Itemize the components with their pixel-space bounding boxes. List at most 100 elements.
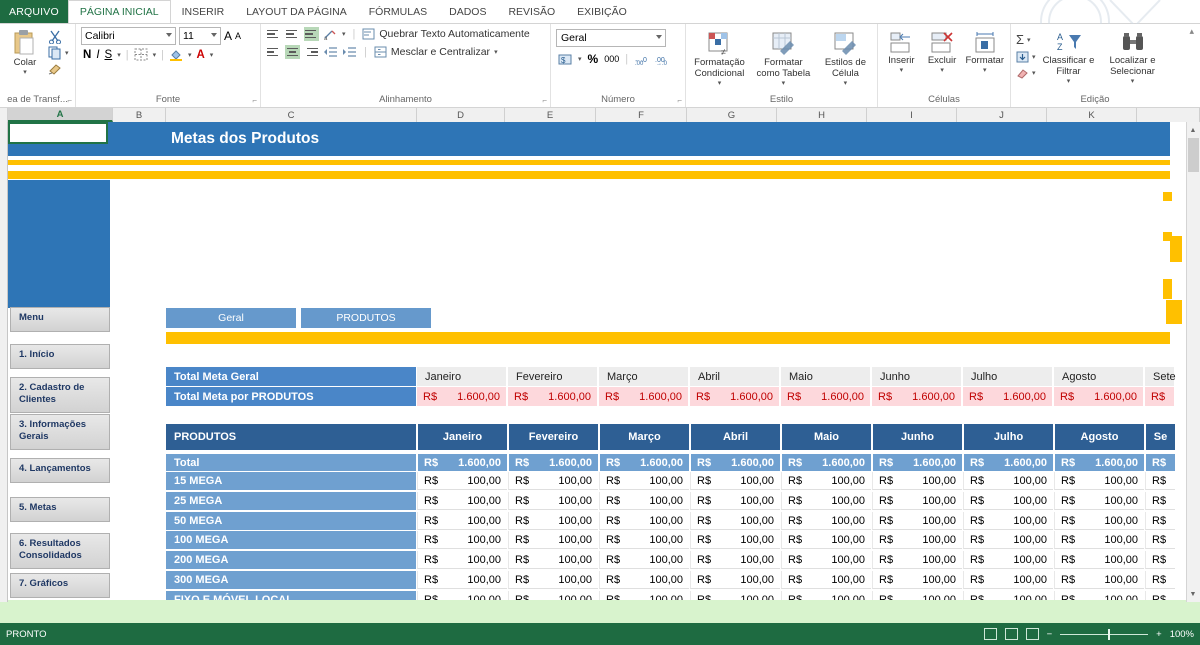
accounting-caret-icon[interactable]: ▾ bbox=[578, 55, 582, 63]
italic-button[interactable]: I bbox=[96, 49, 99, 61]
sidebar-item-lancamentos[interactable]: 4. Lançamentos bbox=[10, 458, 110, 483]
menu-header[interactable]: Menu bbox=[10, 307, 110, 332]
underline-caret-icon[interactable]: ▾ bbox=[117, 51, 121, 59]
zoom-in-button[interactable]: + bbox=[1156, 629, 1162, 640]
sidebar-item-inicio[interactable]: 1. Início bbox=[10, 344, 110, 369]
tab-revisao[interactable]: REVISÃO bbox=[497, 0, 566, 23]
zoom-slider-handle[interactable] bbox=[1108, 628, 1111, 640]
merge-center-button[interactable]: Mesclar e Centralizar ▾ bbox=[374, 46, 498, 58]
sidebar-item-resultados-consolidados[interactable]: 6. Resultados Consolidados bbox=[10, 533, 110, 569]
column-header-A[interactable]: A bbox=[8, 108, 113, 122]
align-middle-button[interactable] bbox=[285, 27, 300, 41]
sidebar-item-graficos[interactable]: 7. Gráficos bbox=[10, 573, 110, 598]
alignment-dialog-launcher[interactable]: ⌐ bbox=[542, 96, 547, 105]
column-header-F[interactable]: F bbox=[596, 108, 687, 122]
number-dialog-launcher[interactable]: ⌐ bbox=[677, 96, 682, 105]
comma-style-button[interactable]: 000 bbox=[604, 54, 619, 64]
bold-button[interactable]: N bbox=[83, 49, 91, 61]
cell-styles-caret-icon[interactable]: ▾ bbox=[844, 79, 848, 87]
fill-color-caret-icon[interactable]: ▾ bbox=[188, 51, 192, 59]
font-size-chevron-down-icon[interactable] bbox=[211, 33, 217, 37]
align-left-button[interactable] bbox=[266, 45, 281, 59]
copy-caret-icon[interactable]: ▾ bbox=[65, 49, 69, 57]
orientation-icon[interactable]: a bbox=[323, 27, 338, 41]
worksheet-grid[interactable]: Metas dos Produtos Geral PRODUTOS Menu 1… bbox=[0, 122, 1200, 602]
format-painter-button[interactable] bbox=[48, 62, 69, 76]
underline-button[interactable]: S bbox=[105, 49, 113, 61]
scroll-down-arrow-icon[interactable]: ▼ bbox=[1187, 587, 1199, 601]
increase-indent-icon[interactable] bbox=[342, 46, 357, 59]
clipboard-dialog-launcher[interactable]: ⌐ bbox=[67, 96, 72, 105]
font-name-chevron-down-icon[interactable] bbox=[166, 33, 172, 37]
font-name-input[interactable]: Calibri bbox=[81, 27, 176, 45]
insert-caret-icon[interactable]: ▾ bbox=[900, 66, 904, 74]
align-bottom-button[interactable] bbox=[304, 27, 319, 41]
nav-button-produtos[interactable]: PRODUTOS bbox=[301, 308, 431, 328]
font-color-icon[interactable]: A bbox=[196, 49, 204, 61]
format-as-table-button[interactable]: Formatar como Tabela ▾ bbox=[754, 29, 813, 87]
align-top-button[interactable] bbox=[266, 27, 281, 41]
zoom-out-button[interactable]: − bbox=[1047, 629, 1053, 640]
decrease-font-size-button[interactable]: A bbox=[235, 31, 241, 41]
insert-cells-button[interactable]: Inserir ▾ bbox=[883, 29, 920, 74]
align-right-button[interactable] bbox=[304, 45, 319, 59]
borders-caret-icon[interactable]: ▾ bbox=[153, 51, 157, 59]
number-format-chevron-down-icon[interactable] bbox=[656, 35, 662, 39]
increase-decimal-icon[interactable]: ←.0.00 bbox=[634, 53, 649, 66]
format-cells-button[interactable]: Formatar ▾ bbox=[964, 29, 1005, 74]
column-header-H[interactable]: H bbox=[777, 108, 867, 122]
sort-filter-button[interactable]: A Z Classificar e Filtrar ▾ bbox=[1040, 29, 1098, 85]
column-header-J[interactable]: J bbox=[957, 108, 1047, 122]
align-center-button[interactable] bbox=[285, 45, 300, 59]
tab-arquivo[interactable]: ARQUIVO bbox=[0, 0, 68, 23]
sidebar-item-informacoes-gerais[interactable]: 3. Informações Gerais bbox=[10, 414, 110, 450]
column-header-E[interactable]: E bbox=[505, 108, 596, 122]
select-all-corner[interactable] bbox=[0, 108, 8, 122]
ribbon-collapse-button[interactable]: ▴ bbox=[1189, 26, 1194, 37]
conditional-formatting-button[interactable]: ≠ Formatação Condicional ▾ bbox=[691, 29, 748, 87]
column-header-G[interactable]: G bbox=[687, 108, 777, 122]
tab-formulas[interactable]: FÓRMULAS bbox=[358, 0, 438, 23]
tab-inserir[interactable]: INSERIR bbox=[171, 0, 236, 23]
column-header-I[interactable]: I bbox=[867, 108, 957, 122]
delete-caret-icon[interactable]: ▾ bbox=[940, 66, 944, 74]
conditional-formatting-caret-icon[interactable]: ▾ bbox=[718, 79, 722, 87]
accounting-format-icon[interactable]: $ bbox=[558, 53, 572, 66]
paste-caret-icon[interactable]: ▾ bbox=[23, 68, 27, 76]
column-header-C[interactable]: C bbox=[166, 108, 417, 122]
zoom-slider[interactable] bbox=[1060, 628, 1149, 640]
number-format-select[interactable]: Geral bbox=[556, 29, 666, 47]
decrease-indent-icon[interactable] bbox=[323, 46, 338, 59]
scroll-up-arrow-icon[interactable]: ▲ bbox=[1187, 123, 1199, 137]
cut-button[interactable] bbox=[48, 30, 69, 44]
wrap-text-button[interactable]: Quebrar Texto Automaticamente bbox=[362, 28, 530, 40]
find-select-button[interactable]: Localizar e Selecionar ▾ bbox=[1102, 29, 1164, 85]
format-caret-icon[interactable]: ▾ bbox=[983, 66, 987, 74]
page-break-view-icon[interactable] bbox=[1025, 628, 1039, 640]
zoom-level[interactable]: 100% bbox=[1170, 629, 1194, 640]
column-header-B[interactable]: B bbox=[113, 108, 166, 122]
cell-styles-button[interactable]: Estilos de Célula ▾ bbox=[819, 29, 872, 87]
autosum-caret-icon[interactable]: ▾ bbox=[1027, 36, 1031, 44]
fill-caret-icon[interactable]: ▾ bbox=[1032, 53, 1036, 61]
page-layout-view-icon[interactable] bbox=[1004, 628, 1018, 640]
find-select-caret-icon[interactable]: ▾ bbox=[1131, 77, 1135, 85]
vertical-scrollbar[interactable]: ▲ ▼ bbox=[1186, 122, 1200, 602]
increase-font-size-button[interactable]: A bbox=[224, 29, 232, 43]
tab-exibicao[interactable]: EXIBIÇÃO bbox=[566, 0, 638, 23]
normal-view-icon[interactable] bbox=[983, 628, 997, 640]
tab-pagina-inicial[interactable]: PÁGINA INICIAL bbox=[67, 0, 171, 23]
font-dialog-launcher[interactable]: ⌐ bbox=[252, 96, 257, 105]
scrollbar-thumb[interactable] bbox=[1188, 138, 1199, 172]
font-color-caret-icon[interactable]: ▾ bbox=[210, 51, 214, 59]
sidebar-item-metas[interactable]: 5. Metas bbox=[10, 497, 110, 522]
borders-icon[interactable] bbox=[134, 48, 148, 61]
clear-button[interactable]: ▾ bbox=[1016, 67, 1036, 79]
column-header-D[interactable]: D bbox=[417, 108, 505, 122]
tab-dados[interactable]: DADOS bbox=[438, 0, 497, 23]
tab-layout-da-pagina[interactable]: LAYOUT DA PÁGINA bbox=[235, 0, 358, 23]
percent-style-button[interactable]: % bbox=[588, 52, 599, 66]
font-size-input[interactable]: 11 bbox=[179, 27, 221, 45]
sidebar-item-cadastro-de-clientes[interactable]: 2. Cadastro de Clientes bbox=[10, 377, 110, 413]
decrease-decimal-icon[interactable]: .00→.0 bbox=[655, 53, 670, 66]
